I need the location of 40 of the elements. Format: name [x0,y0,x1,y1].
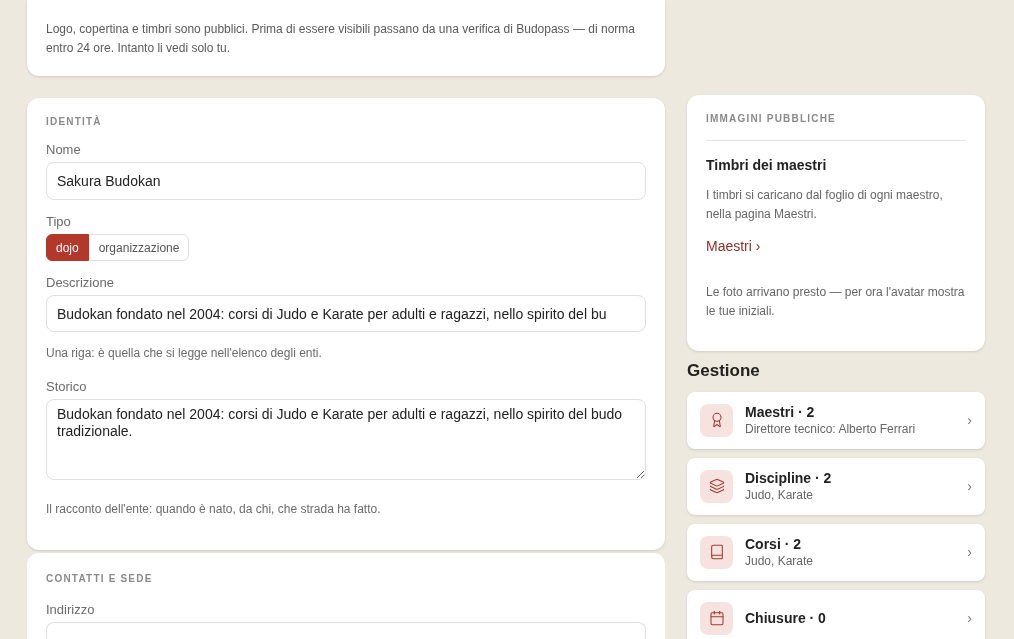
management-item[interactable]: Maestri · 2 Direttore tecnico: Alberto Ferrari › [687,391,985,449]
maestri-link[interactable]: Maestri › [706,236,966,257]
field-label: Indirizzo [46,602,96,617]
item-subtitle: Judo, Karate [745,553,815,569]
item-title: Chiusure · 0 [745,609,827,627]
item-title: Discipline · 2 [745,469,833,487]
card-note: Le foto arrivano presto — per ora l'avatar mostra le tue iniziali. [706,284,966,320]
section-title: Gestione [687,360,761,382]
field-hint: Il racconto dell'ente: quando è nato, da chi, che strada ha fatto. [46,501,382,518]
card-text: I timbri si caricano dal foglio di ogni maestro, nella pagina Maestri. [706,187,944,223]
notice-text: Logo, copertina e timbri sono pubblici. Prima di essere visibili passano da una verifica di Budopass — di norma entro 24 ore. Intanto li vedi solo tu. [46,21,636,57]
management-item[interactable]: Discipline · 2 Judo, Karate › [687,457,985,515]
history-field[interactable]: Budokan fondato nel 2004: corsi di Judo e Karate per adulti e ragazzi, nello spirito del budo tradizionale. [46,399,646,480]
field-label: Storico [46,379,88,394]
section-heading: CONTATTI E SEDE [46,572,154,586]
management-item[interactable]: Corsi · 2 Judo, Karate › [687,523,985,581]
item-title: Maestri · 2 [745,403,816,421]
award-icon [700,403,733,437]
field-label: Tipo [46,214,72,229]
field-label: Descrizione [46,275,115,290]
section-heading: IMMAGINI PUBBLICHE [706,112,837,126]
item-subtitle: Judo, Karate [745,487,815,503]
field-label: Nome [46,142,82,157]
calendar-icon [700,601,733,635]
type-option[interactable]: dojo [46,234,89,261]
item-title: Corsi · 2 [745,535,802,553]
section-heading: IDENTITÀ [46,114,103,129]
item-subtitle: Direttore tecnico: Alberto Ferrari [745,421,917,437]
description-field[interactable]: Budokan fondato nel 2004: corsi di Judo e Karate per adulti e ragazzi, nello spirito del bu [46,295,646,332]
chevron-icon: › [967,475,972,497]
layers-icon [700,469,733,503]
management-item[interactable]: Chiusure · 0 › [687,589,985,639]
chevron-icon: › [967,541,972,563]
card-title: Timbri dei maestri [706,156,828,175]
chevron-icon: › [967,409,972,431]
type-option[interactable]: organizzazione [88,234,190,261]
chevron-icon: › [967,607,972,629]
book-icon [700,535,733,569]
field-hint: Una riga: è quella che si legge nell'elenco degli enti. [46,345,323,362]
name-field[interactable]: Sakura Budokan [46,162,646,200]
